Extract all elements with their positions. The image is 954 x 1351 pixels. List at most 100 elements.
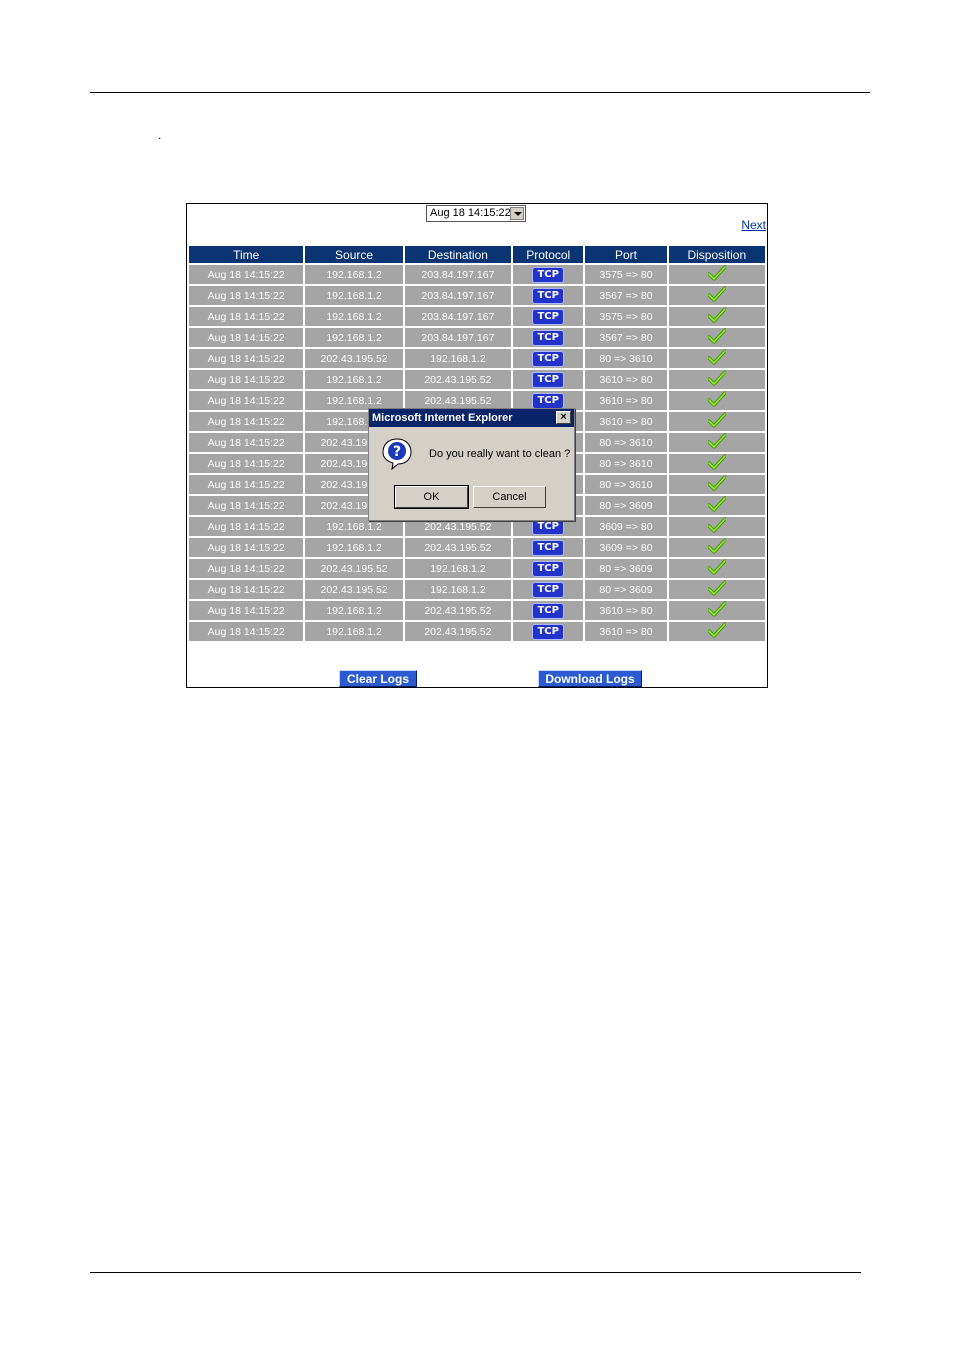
check-icon <box>707 349 727 368</box>
date-select[interactable]: Aug 18 14:15:22 <box>426 205 526 222</box>
cell-protocol: TCP <box>513 622 584 641</box>
cell-disposition <box>668 391 765 410</box>
cell-protocol: TCP <box>513 286 584 305</box>
cell-port: 3610 => 80 <box>585 601 667 620</box>
cell-disposition <box>668 286 765 305</box>
cell-destination: 192.168.1.2 <box>404 580 512 599</box>
cell-time: Aug 18 14:15:22 <box>189 286 304 305</box>
header-rule <box>90 92 870 93</box>
cell-disposition <box>668 433 765 452</box>
cell-destination: 202.43.195.52 <box>404 538 512 557</box>
cell-time: Aug 18 14:15:22 <box>189 580 304 599</box>
cell-source: 192.168.1.2 <box>305 286 403 305</box>
dropdown-arrow-icon[interactable] <box>510 207 524 220</box>
cell-time: Aug 18 14:15:22 <box>189 391 304 410</box>
cell-time: Aug 18 14:15:22 <box>189 538 304 557</box>
cell-source: 202.43.195.52 <box>305 559 403 578</box>
check-icon <box>707 454 727 473</box>
check-icon <box>707 307 727 326</box>
cell-destination: 203.84.197.167 <box>404 265 512 284</box>
cell-source: 192.168.1.2 <box>305 307 403 326</box>
header-destination: Destination <box>404 246 512 263</box>
cell-source: 192.168.1.2 <box>305 538 403 557</box>
tcp-icon: TCP <box>532 371 565 388</box>
cell-protocol: TCP <box>513 538 584 557</box>
question-icon: ? <box>380 437 414 476</box>
cell-protocol: TCP <box>513 328 584 347</box>
cell-disposition <box>668 475 765 494</box>
cell-port: 3575 => 80 <box>585 265 667 284</box>
header-protocol: Protocol <box>513 246 584 263</box>
cell-time: Aug 18 14:15:22 <box>189 622 304 641</box>
cell-disposition <box>668 580 765 599</box>
table-row: Aug 18 14:15:22 192.168.1.2 203.84.197.167… <box>189 265 765 284</box>
tcp-icon: TCP <box>532 623 565 640</box>
tcp-icon: TCP <box>532 602 565 619</box>
confirm-dialog: Microsoft Internet Explorer × ? Do you r… <box>368 408 575 521</box>
clear-logs-button[interactable]: Clear Logs <box>339 670 417 687</box>
check-icon <box>707 622 727 641</box>
tcp-icon: TCP <box>532 266 565 283</box>
cell-time: Aug 18 14:15:22 <box>189 559 304 578</box>
cell-port: 80 => 3609 <box>585 496 667 515</box>
cell-source: 192.168.1.2 <box>305 370 403 389</box>
cell-time: Aug 18 14:15:22 <box>189 412 304 431</box>
cell-destination: 203.84.197.167 <box>404 286 512 305</box>
check-icon <box>707 601 727 620</box>
cell-destination: 202.43.195.52 <box>404 622 512 641</box>
cell-disposition <box>668 349 765 368</box>
cell-disposition <box>668 601 765 620</box>
cell-source: 192.168.1.2 <box>305 622 403 641</box>
cell-destination: 203.84.197.167 <box>404 307 512 326</box>
cell-protocol: TCP <box>513 559 584 578</box>
footer-rule <box>90 1272 861 1273</box>
cell-port: 80 => 3610 <box>585 349 667 368</box>
next-link[interactable]: Next <box>741 218 766 232</box>
ok-button[interactable]: OK <box>394 485 469 509</box>
cell-source: 192.168.1.2 <box>305 328 403 347</box>
cell-time: Aug 18 14:15:22 <box>189 496 304 515</box>
cell-port: 80 => 3610 <box>585 433 667 452</box>
tcp-icon: TCP <box>532 350 565 367</box>
cell-port: 3609 => 80 <box>585 538 667 557</box>
table-row: Aug 18 14:15:22192.168.1.2202.43.195.52 T… <box>189 538 765 557</box>
tcp-icon: TCP <box>532 392 565 409</box>
cell-time: Aug 18 14:15:22 <box>189 328 304 347</box>
check-icon <box>707 580 727 599</box>
table-row: Aug 18 14:15:22192.168.1.2202.43.195.52 T… <box>189 370 765 389</box>
check-icon <box>707 286 727 305</box>
tcp-icon: TCP <box>532 539 565 556</box>
cell-disposition <box>668 454 765 473</box>
cell-time: Aug 18 14:15:22 <box>189 349 304 368</box>
check-icon <box>707 328 727 347</box>
download-logs-button[interactable]: Download Logs <box>538 670 642 687</box>
cell-port: 80 => 3609 <box>585 559 667 578</box>
table-row: Aug 18 14:15:22192.168.1.2202.43.195.52 T… <box>189 601 765 620</box>
cell-protocol: TCP <box>513 601 584 620</box>
check-icon <box>707 559 727 578</box>
cell-protocol: TCP <box>513 265 584 284</box>
cell-disposition <box>668 265 765 284</box>
check-icon <box>707 412 727 431</box>
check-icon <box>707 433 727 452</box>
cell-source: 192.168.1.2 <box>305 265 403 284</box>
cell-source: 202.43.195.52 <box>305 349 403 368</box>
cell-port: 3567 => 80 <box>585 286 667 305</box>
check-icon <box>707 265 727 284</box>
cell-source: 202.43.195.52 <box>305 580 403 599</box>
close-icon[interactable]: × <box>556 411 571 424</box>
dialog-message: Do you really want to clean ? <box>429 448 571 460</box>
cell-disposition <box>668 559 765 578</box>
cell-protocol: TCP <box>513 349 584 368</box>
cell-disposition <box>668 412 765 431</box>
cell-port: 3610 => 80 <box>585 622 667 641</box>
cell-port: 3609 => 80 <box>585 517 667 536</box>
cell-destination: 202.43.195.52 <box>404 601 512 620</box>
dialog-title: Microsoft Internet Explorer <box>372 412 513 424</box>
cell-protocol: TCP <box>513 307 584 326</box>
cancel-button[interactable]: Cancel <box>473 486 546 508</box>
cell-port: 80 => 3609 <box>585 580 667 599</box>
page-dot: . <box>158 128 162 142</box>
check-icon <box>707 370 727 389</box>
tcp-icon: TCP <box>532 287 565 304</box>
